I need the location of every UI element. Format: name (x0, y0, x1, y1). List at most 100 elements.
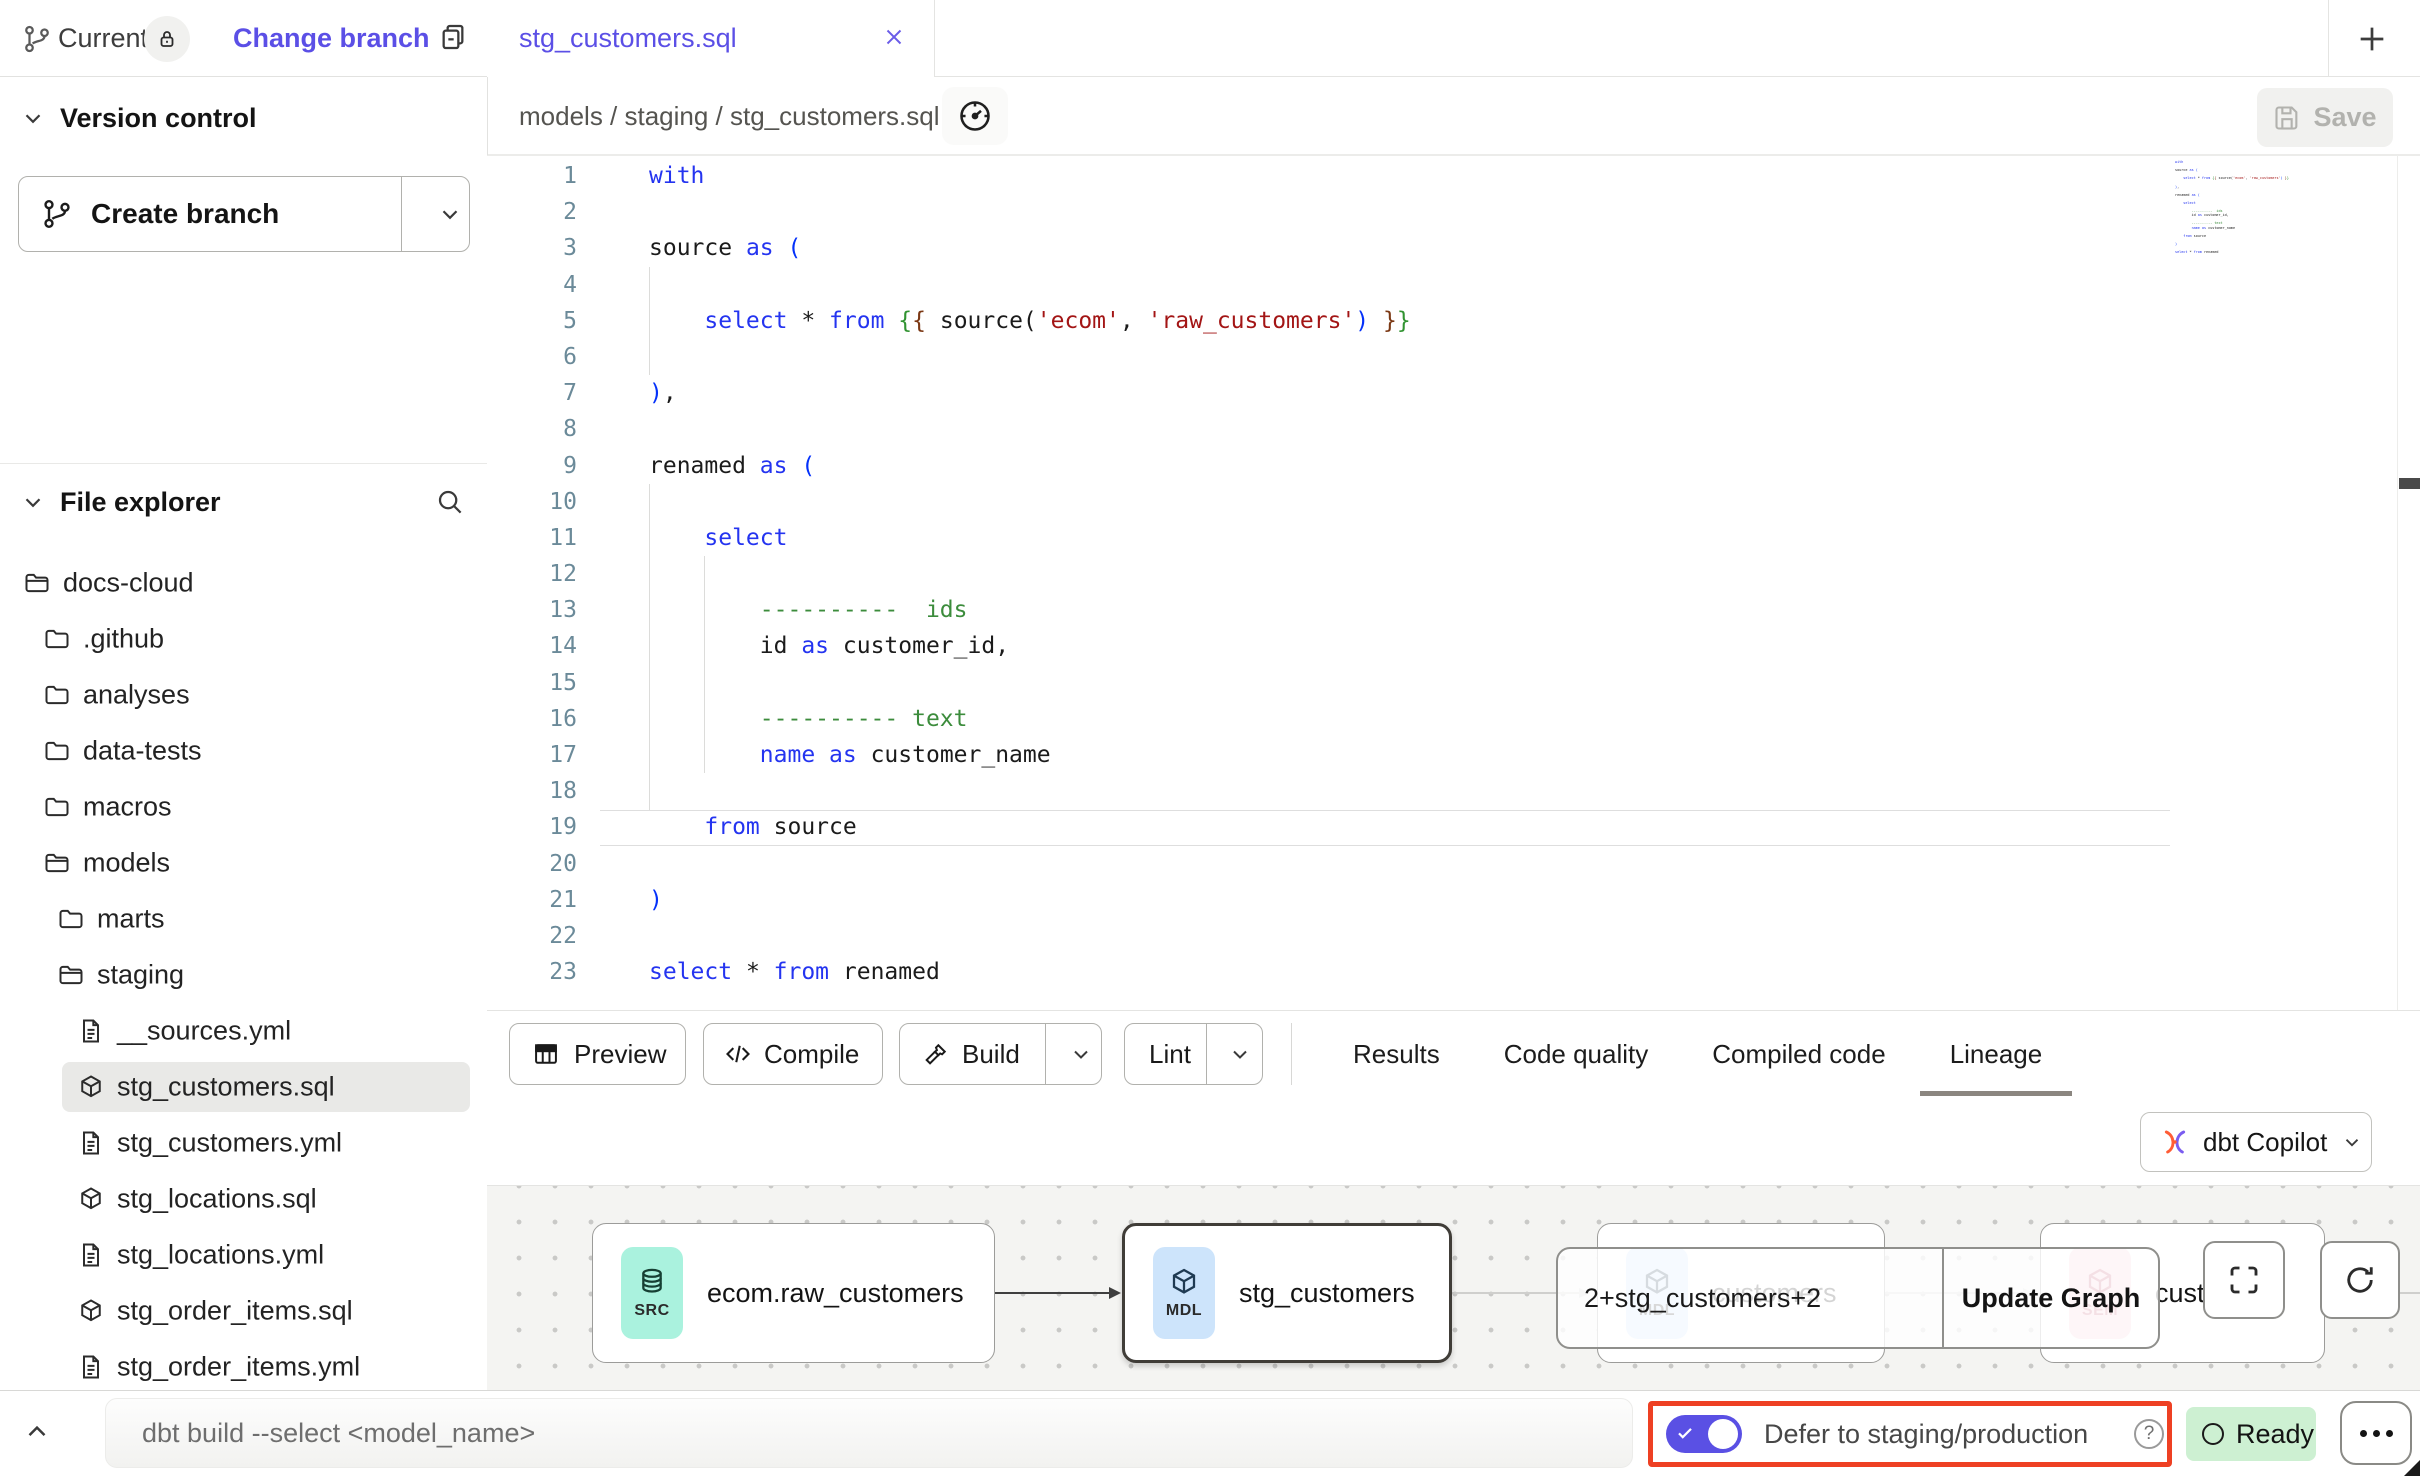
line-number: 1 (487, 158, 577, 194)
folder-icon (57, 905, 85, 933)
file-tree-item-models[interactable]: models (0, 835, 487, 891)
refresh-icon (2342, 1262, 2378, 1298)
file-tree-item-macros[interactable]: macros (0, 779, 487, 835)
dbt-copilot-button[interactable]: dbt Copilot (2140, 1112, 2372, 1172)
fullscreen-icon (2226, 1262, 2262, 1298)
newtab-divider (2328, 0, 2329, 77)
split-divider (1206, 1024, 1207, 1084)
tab-close-icon[interactable] (881, 24, 907, 50)
build-button[interactable]: Build (899, 1023, 1102, 1085)
refresh-button[interactable] (2320, 1241, 2400, 1319)
split-divider (1045, 1024, 1046, 1084)
lineage-node-source[interactable]: SRC ecom.raw_customers (592, 1223, 995, 1363)
code-line-18 (649, 773, 1411, 809)
line-number: 19 (487, 809, 577, 845)
scrollbar-thumb[interactable] (2399, 478, 2420, 489)
toolbar-divider (1291, 1023, 1292, 1085)
file-label: analyses (83, 680, 190, 711)
code-line-12 (649, 556, 1411, 592)
file-tree-item-docs-cloud[interactable]: docs-cloud (0, 555, 487, 611)
line-number: 18 (487, 773, 577, 809)
hammer-icon (922, 1040, 950, 1068)
file-tree-item-stg-locations-yml[interactable]: stg_locations.yml (0, 1227, 487, 1283)
create-branch-button[interactable]: Create branch (18, 176, 470, 252)
more-options-button[interactable] (2340, 1401, 2412, 1465)
lineage-canvas[interactable]: SRC ecom.raw_customers MDL stg_customers… (487, 1185, 2420, 1390)
node-label: stg_customers (1239, 1278, 1415, 1309)
folder-open-icon (23, 569, 51, 597)
line-number: 3 (487, 230, 577, 266)
file-tree-item--sources-yml[interactable]: __sources.yml (0, 1003, 487, 1059)
lineage-selector-bar: 2+stg_customers+2 Update Graph (1556, 1247, 2160, 1349)
line-number: 4 (487, 267, 577, 303)
editor-action-bar: Preview Compile Build Lin (487, 1010, 2420, 1096)
fullscreen-button[interactable] (2203, 1241, 2285, 1319)
overview-ruler (2397, 155, 2398, 1010)
code-line-1: with (649, 158, 1411, 194)
search-icon[interactable] (435, 487, 465, 517)
file-tree-item--github[interactable]: .github (0, 611, 487, 667)
code-editor[interactable]: 1234567891011121314151617181920212223 wi… (487, 155, 2420, 1010)
file-tree-item-stg-customers-sql[interactable]: stg_customers.sql (0, 1059, 487, 1115)
file-tree-item-analyses[interactable]: analyses (0, 667, 487, 723)
preview-button[interactable]: Preview (509, 1023, 686, 1085)
command-input[interactable]: dbt build --select <model_name> (105, 1398, 1633, 1468)
lineage-selector-input[interactable]: 2+stg_customers+2 (1558, 1249, 1942, 1347)
build-label: Build (962, 1039, 1020, 1070)
file-label: stg_locations.yml (117, 1240, 324, 1271)
badge-label: SRC (634, 1302, 669, 1320)
code-line-3: source as ( (649, 230, 1411, 266)
ready-circle-icon (2202, 1423, 2224, 1445)
file-label: __sources.yml (117, 1016, 291, 1047)
save-label: Save (2313, 102, 2376, 133)
code-line-6 (649, 339, 1411, 375)
lineage-panel-header: dbt Copilot (487, 1096, 2420, 1185)
tab-lineage[interactable]: Lineage (1950, 1011, 2043, 1097)
performance-gauge-button[interactable] (942, 87, 1008, 145)
line-number: 14 (487, 628, 577, 664)
tab-stg-customers-sql[interactable]: stg_customers.sql (487, 0, 935, 77)
create-branch-dropdown[interactable] (417, 177, 483, 251)
preview-label: Preview (574, 1039, 666, 1070)
change-branch-link[interactable]: Change branch (233, 0, 430, 77)
file-tree-item-data-tests[interactable]: data-tests (0, 723, 487, 779)
chevron-up-icon (22, 1417, 52, 1447)
expand-panel-chevron[interactable] (22, 1417, 52, 1447)
update-graph-button[interactable]: Update Graph (1944, 1249, 2158, 1347)
lineage-node-stg-customers[interactable]: MDL stg_customers (1122, 1223, 1452, 1363)
copy-branch-icon[interactable] (437, 22, 469, 54)
new-tab-button[interactable] (2346, 14, 2398, 64)
file-tree-item-stg-order-items-yml[interactable]: stg_order_items.yml (0, 1339, 487, 1395)
file-label: docs-cloud (63, 568, 194, 599)
minimap[interactable]: with source as ( select * from {{ source… (2175, 160, 2300, 260)
folder-icon (43, 625, 71, 653)
file-explorer-header[interactable]: File explorer (0, 469, 487, 535)
tab-results[interactable]: Results (1353, 1011, 1440, 1097)
file-label: macros (83, 792, 172, 823)
lint-dropdown[interactable] (1217, 1042, 1262, 1066)
code-line-10 (649, 484, 1411, 520)
file-tree-item-stg-order-items-sql[interactable]: stg_order_items.sql (0, 1283, 487, 1339)
code-line-5: select * from {{ source('ecom', 'raw_cus… (649, 303, 1411, 339)
help-icon[interactable]: ? (2134, 1419, 2164, 1449)
line-number: 13 (487, 592, 577, 628)
file-label: stg_order_items.sql (117, 1296, 353, 1327)
file-tree-item-staging[interactable]: staging (0, 947, 487, 1003)
tab-compiled-code[interactable]: Compiled code (1712, 1011, 1885, 1097)
file-tree-item-stg-customers-yml[interactable]: stg_customers.yml (0, 1115, 487, 1171)
code-line-21: ) (649, 882, 1411, 918)
split-divider (401, 177, 402, 251)
dbt-copilot-logo-icon (2159, 1126, 2191, 1158)
version-control-header[interactable]: Version control (0, 85, 487, 151)
defer-toggle[interactable] (1666, 1415, 1742, 1453)
file-tree-item-marts[interactable]: marts (0, 891, 487, 947)
status-bar: dbt build --select <model_name> Defer to… (0, 1390, 2420, 1476)
save-button[interactable]: Save (2257, 88, 2393, 147)
dbt-cloud-ide-window: Current Change branch stg_customers.sql (0, 0, 2420, 1476)
compile-button[interactable]: Compile (703, 1023, 883, 1085)
tab-code-quality[interactable]: Code quality (1504, 1011, 1649, 1097)
file-tree-item-stg-locations-sql[interactable]: stg_locations.sql (0, 1171, 487, 1227)
lint-button[interactable]: Lint (1124, 1023, 1263, 1085)
code-line-9: renamed as ( (649, 448, 1411, 484)
build-dropdown[interactable] (1058, 1042, 1103, 1066)
